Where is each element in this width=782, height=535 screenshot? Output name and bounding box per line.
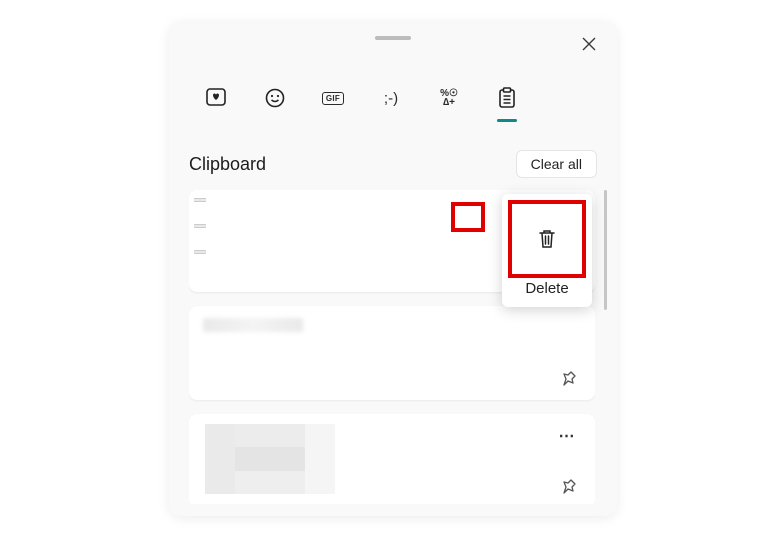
gif-icon: GIF xyxy=(322,92,344,105)
item-thumbnail xyxy=(194,198,206,268)
delete-label: Delete xyxy=(525,280,568,297)
pin-icon xyxy=(561,370,577,386)
annotation-highlight xyxy=(451,202,485,232)
clear-all-button[interactable]: Clear all xyxy=(516,150,597,178)
emoji-heart-icon xyxy=(206,88,228,108)
clipboard-item[interactable]: ⋯ xyxy=(189,414,595,504)
trash-icon xyxy=(537,228,557,250)
category-tabs: GIF ;-) %☉ ∆+ xyxy=(203,78,521,118)
tab-kaomoji[interactable]: ;-) xyxy=(377,78,405,118)
delete-button[interactable] xyxy=(508,200,586,278)
clipboard-icon xyxy=(498,87,516,109)
scrollbar[interactable] xyxy=(604,190,607,310)
tab-emoji[interactable] xyxy=(261,78,289,118)
close-icon xyxy=(582,37,596,51)
more-button[interactable]: ⋯ xyxy=(553,424,581,448)
symbols-icon: %☉ ∆+ xyxy=(440,89,458,107)
close-button[interactable] xyxy=(577,32,601,56)
page-title: Clipboard xyxy=(189,154,266,175)
item-text-preview xyxy=(203,318,303,332)
emoji-clipboard-panel: GIF ;-) %☉ ∆+ Clipboard Clear all ⋯ xyxy=(169,22,617,516)
drag-handle[interactable] xyxy=(375,36,411,40)
pin-icon xyxy=(561,478,577,494)
tab-favorite-emoji[interactable] xyxy=(203,78,231,118)
tab-symbols[interactable]: %☉ ∆+ xyxy=(435,78,463,118)
delete-popup: Delete xyxy=(502,194,592,307)
kaomoji-icon: ;-) xyxy=(384,90,398,107)
tab-clipboard[interactable] xyxy=(493,78,521,118)
pin-button[interactable] xyxy=(557,474,581,498)
pin-button[interactable] xyxy=(557,366,581,390)
tab-gif[interactable]: GIF xyxy=(319,78,347,118)
emoji-face-icon xyxy=(265,88,285,108)
section-header: Clipboard Clear all xyxy=(189,150,597,178)
clipboard-item[interactable] xyxy=(189,306,595,400)
item-thumbnail xyxy=(205,424,335,494)
